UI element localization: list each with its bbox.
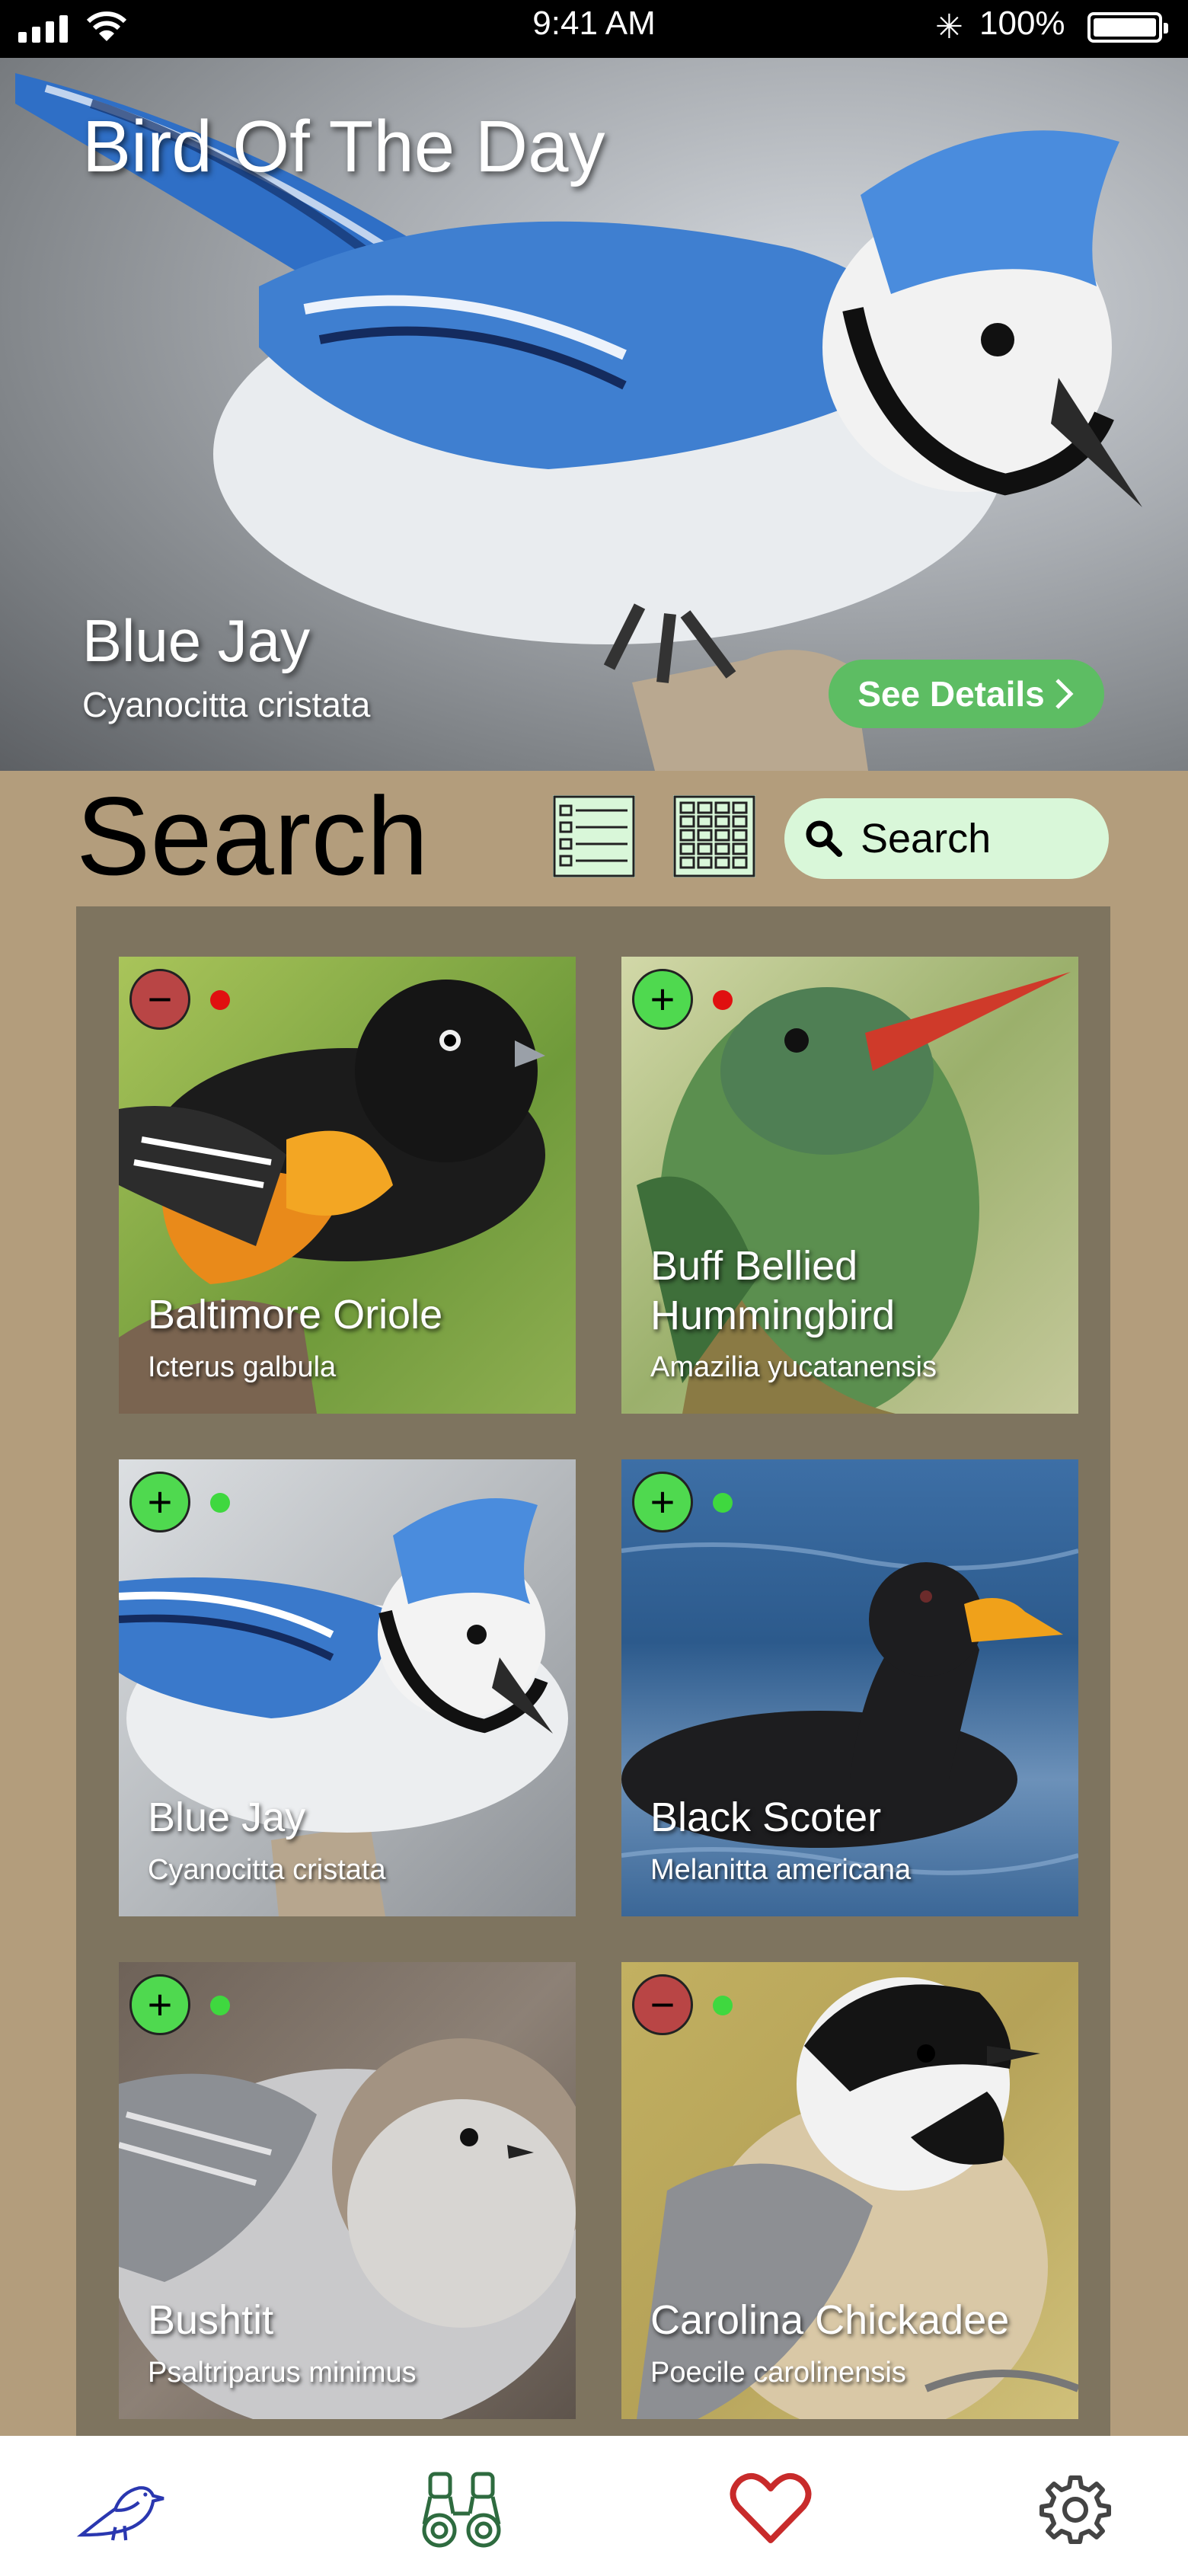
featured-bird-name: Blue Jay — [82, 607, 311, 674]
bushtit-photo — [119, 2038, 576, 2419]
status-dot — [713, 1493, 733, 1513]
tab-birds[interactable] — [76, 2466, 168, 2550]
bird-name: Buff Bellied Hummingbird — [650, 1243, 896, 1338]
bird-name: Carolina Chickadee — [650, 2297, 1010, 2343]
bird-scientific-name: Melanitta americana — [650, 1854, 912, 1886]
battery-icon — [1087, 12, 1168, 43]
tab-favorites[interactable] — [725, 2466, 816, 2550]
bird-of-the-day-banner[interactable]: Bird Of The Day Blue Jay Cyanocitta cris… — [0, 58, 1188, 771]
bird-card-blue-jay[interactable]: + Blue Jay Cyanocitta cristata — [119, 1459, 576, 1916]
status-dot — [210, 990, 230, 1010]
status-bar: 9:41 AM ✳ 100% — [0, 0, 1188, 58]
featured-bird-scientific-name: Cyanocitta cristata — [82, 685, 371, 724]
bird-card-baltimore-oriole[interactable]: − Baltimore Oriole Icterus galbula — [119, 957, 576, 1414]
see-details-label: See Details — [857, 674, 1045, 714]
bird-scientific-name: Amazilia yucatanensis — [650, 1351, 937, 1383]
status-dot — [713, 990, 733, 1010]
search-input[interactable]: Search — [784, 798, 1109, 879]
blue-jay-photo — [119, 1498, 568, 1916]
battery-percentage: 100% — [979, 5, 1065, 42]
bird-grid: − Baltimore Oriole Icterus galbula + Buf… — [76, 906, 1110, 2437]
tab-bar — [0, 2436, 1188, 2576]
bird-scientific-name: Poecile carolinensis — [650, 2357, 906, 2389]
bluetooth-icon: ✳ — [935, 8, 963, 46]
bird-scientific-name: Psaltriparus minimus — [148, 2357, 417, 2389]
bird-name: Bushtit — [148, 2297, 274, 2343]
gear-icon — [1040, 2475, 1111, 2544]
tab-explore[interactable] — [416, 2466, 507, 2550]
baltimore-oriole-photo — [119, 980, 545, 1414]
bird-of-the-day-title: Bird Of The Day — [82, 106, 605, 187]
bird-card-black-scoter[interactable]: + Black Scoter Melanitta americana — [621, 1459, 1078, 1916]
grid-view-icon[interactable] — [673, 795, 755, 877]
list-view-icon[interactable] — [553, 795, 635, 877]
remove-favorite-button[interactable]: − — [632, 1974, 693, 2035]
carolina-chickadee-photo — [637, 1977, 1078, 2419]
status-dot — [210, 1996, 230, 2015]
bird-scientific-name: Cyanocitta cristata — [148, 1854, 386, 1886]
bird-card-buff-bellied-hummingbird[interactable]: + Buff Bellied Hummingbird Amazilia yuca… — [621, 957, 1078, 1414]
bird-scientific-name: Icterus galbula — [148, 1351, 337, 1383]
search-icon — [806, 820, 842, 857]
tab-settings[interactable] — [1030, 2466, 1121, 2550]
bird-card-bushtit[interactable]: + Bushtit Psaltriparus minimus — [119, 1962, 576, 2419]
search-heading: Search — [76, 774, 429, 898]
status-dot — [210, 1493, 230, 1513]
black-scoter-photo — [621, 1542, 1078, 1875]
see-details-button[interactable]: See Details — [829, 660, 1104, 728]
add-favorite-button[interactable]: + — [632, 969, 693, 1030]
add-favorite-button[interactable]: + — [632, 1472, 693, 1532]
bird-name: Black Scoter — [650, 1795, 882, 1840]
add-favorite-button[interactable]: + — [129, 1472, 190, 1532]
add-favorite-button[interactable]: + — [129, 1974, 190, 2035]
chevron-right-icon — [1055, 679, 1074, 709]
bird-card-carolina-chickadee[interactable]: − Carolina Chickadee Poecile carolinensi… — [621, 1962, 1078, 2419]
remove-favorite-button[interactable]: − — [129, 969, 190, 1030]
bird-icon — [76, 2486, 164, 2541]
heart-icon — [730, 2472, 812, 2543]
buff-bellied-hummingbird-photo — [637, 972, 1071, 1414]
search-placeholder: Search — [861, 816, 992, 861]
binoculars-icon — [422, 2472, 501, 2548]
bird-name: Blue Jay — [148, 1795, 306, 1840]
bird-name: Baltimore Oriole — [148, 1292, 443, 1338]
status-dot — [713, 1996, 733, 2015]
